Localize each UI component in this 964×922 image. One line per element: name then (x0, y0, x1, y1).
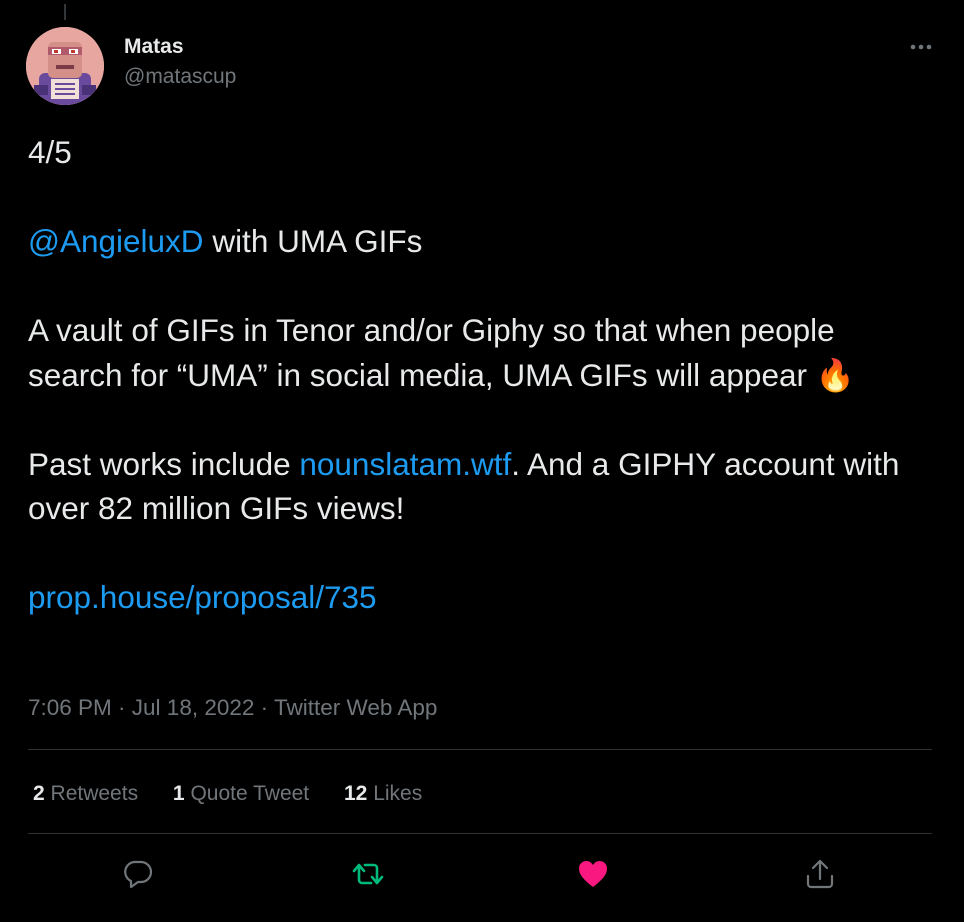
divider-top (28, 749, 932, 750)
author-handle[interactable]: @matascup (124, 63, 236, 91)
tweet-metadata: 7:06 PM · Jul 18, 2022 · Twitter Web App (28, 692, 437, 724)
meta-separator: · (254, 695, 274, 720)
tweet-actions (28, 846, 932, 902)
likes-label: Likes (373, 782, 423, 805)
tweet-time[interactable]: 7:06 PM (28, 695, 112, 720)
proposal-line: prop.house/proposal/735 (28, 575, 928, 620)
proposal-link[interactable]: prop.house/proposal/735 (28, 579, 377, 615)
mention-line: @AngieluxD with UMA GIFs (28, 219, 928, 264)
more-options-button[interactable] (906, 33, 936, 57)
avatar[interactable] (26, 27, 104, 105)
nounslatam-link[interactable]: nounslatam.wtf (299, 446, 511, 482)
reply-button[interactable] (120, 856, 156, 892)
description-paragraph: A vault of GIFs in Tenor and/or Giphy so… (28, 312, 855, 393)
heart-filled-icon (579, 861, 607, 887)
retweets-count: 2 (33, 782, 45, 805)
author-name-block: Matas @matascup (124, 33, 236, 91)
tweet-header: Matas @matascup (26, 27, 936, 105)
tweet-source[interactable]: Twitter Web App (274, 695, 437, 720)
retweet-icon (352, 863, 384, 885)
divider-bottom (28, 833, 932, 834)
engagement-stats: 2 Retweets 1 Quote Tweet 12 Likes (33, 779, 451, 809)
past-works-paragraph: Past works include nounslatam.wtf. And a… (28, 442, 928, 531)
share-button[interactable] (802, 856, 838, 892)
avatar-image (26, 27, 104, 105)
tweet-text: 4/5 @AngieluxD with UMA GIFs A vault of … (28, 130, 928, 620)
likes-count: 12 (344, 782, 368, 805)
share-upload-icon (806, 859, 834, 889)
likes-stat[interactable]: 12 Likes (344, 779, 422, 809)
more-horizontal-icon (910, 44, 932, 50)
reply-bubble-icon (124, 860, 153, 889)
mention-line-text: with UMA GIFs (203, 223, 423, 259)
retweet-button[interactable] (350, 856, 386, 892)
like-button[interactable] (575, 856, 611, 892)
thread-counter: 4/5 (28, 134, 72, 170)
tweet-date[interactable]: Jul 18, 2022 (132, 695, 255, 720)
quote-tweets-stat[interactable]: 1 Quote Tweet (173, 779, 309, 809)
past-works-intro: Past works include (28, 445, 300, 482)
retweets-stat[interactable]: 2 Retweets (33, 779, 138, 809)
quote-tweets-label: Quote Tweet (190, 782, 310, 805)
tweet-detail: Matas @matascup 4/5 @AngieluxD with UMA … (0, 0, 964, 922)
author-display-name[interactable]: Matas (124, 33, 236, 61)
mention-link[interactable]: @AngieluxD (28, 223, 204, 259)
retweets-label: Retweets (50, 782, 139, 805)
quote-tweets-count: 1 (172, 782, 185, 805)
meta-separator: · (111, 695, 132, 720)
